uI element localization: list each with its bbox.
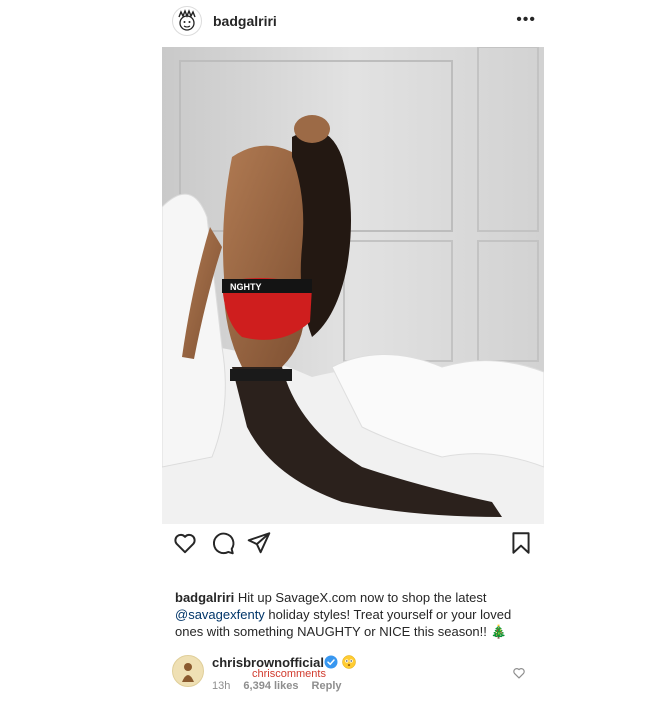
caption-username[interactable]: badgalriri <box>175 590 234 605</box>
avatar-face-icon <box>178 9 196 31</box>
comment-row: chrisbrownofficial chriscomments 13h 6,3… <box>172 652 544 696</box>
share-icon[interactable] <box>246 530 272 556</box>
post-action-bar <box>162 530 544 558</box>
post-header: badgalriri ••• <box>160 6 544 40</box>
profile-avatar[interactable] <box>172 6 202 36</box>
reply-button[interactable]: Reply <box>312 680 342 692</box>
heart-icon[interactable] <box>172 530 198 556</box>
post-photo[interactable]: NGHTY <box>162 47 544 524</box>
bookmark-icon[interactable] <box>508 530 534 556</box>
flushed-face-icon <box>342 655 356 669</box>
post-caption: badgalriri Hit up SavageX.com now to sho… <box>175 589 535 640</box>
waistband-text: NGHTY <box>230 282 262 292</box>
comment-avatar[interactable] <box>172 655 204 687</box>
caption-mention[interactable]: @savagexfenty <box>175 607 265 622</box>
verified-badge-icon <box>324 655 338 669</box>
photo-illustration: NGHTY <box>162 47 544 524</box>
post-username[interactable]: badgalriri <box>213 13 277 29</box>
comment-likes[interactable]: 6,394 likes <box>243 680 298 692</box>
comment-heart-icon[interactable] <box>512 666 526 680</box>
comment-time: 13h <box>212 680 231 692</box>
comment-meta: 13h 6,394 likes Reply <box>212 680 352 692</box>
more-options-icon[interactable]: ••• <box>516 12 536 28</box>
caption-text: Hit up SavageX.com now to shop the lates… <box>234 590 487 605</box>
comment-icon[interactable] <box>210 530 236 556</box>
comment-text: chriscomments <box>252 668 326 680</box>
avatar-figure-icon <box>182 663 194 682</box>
